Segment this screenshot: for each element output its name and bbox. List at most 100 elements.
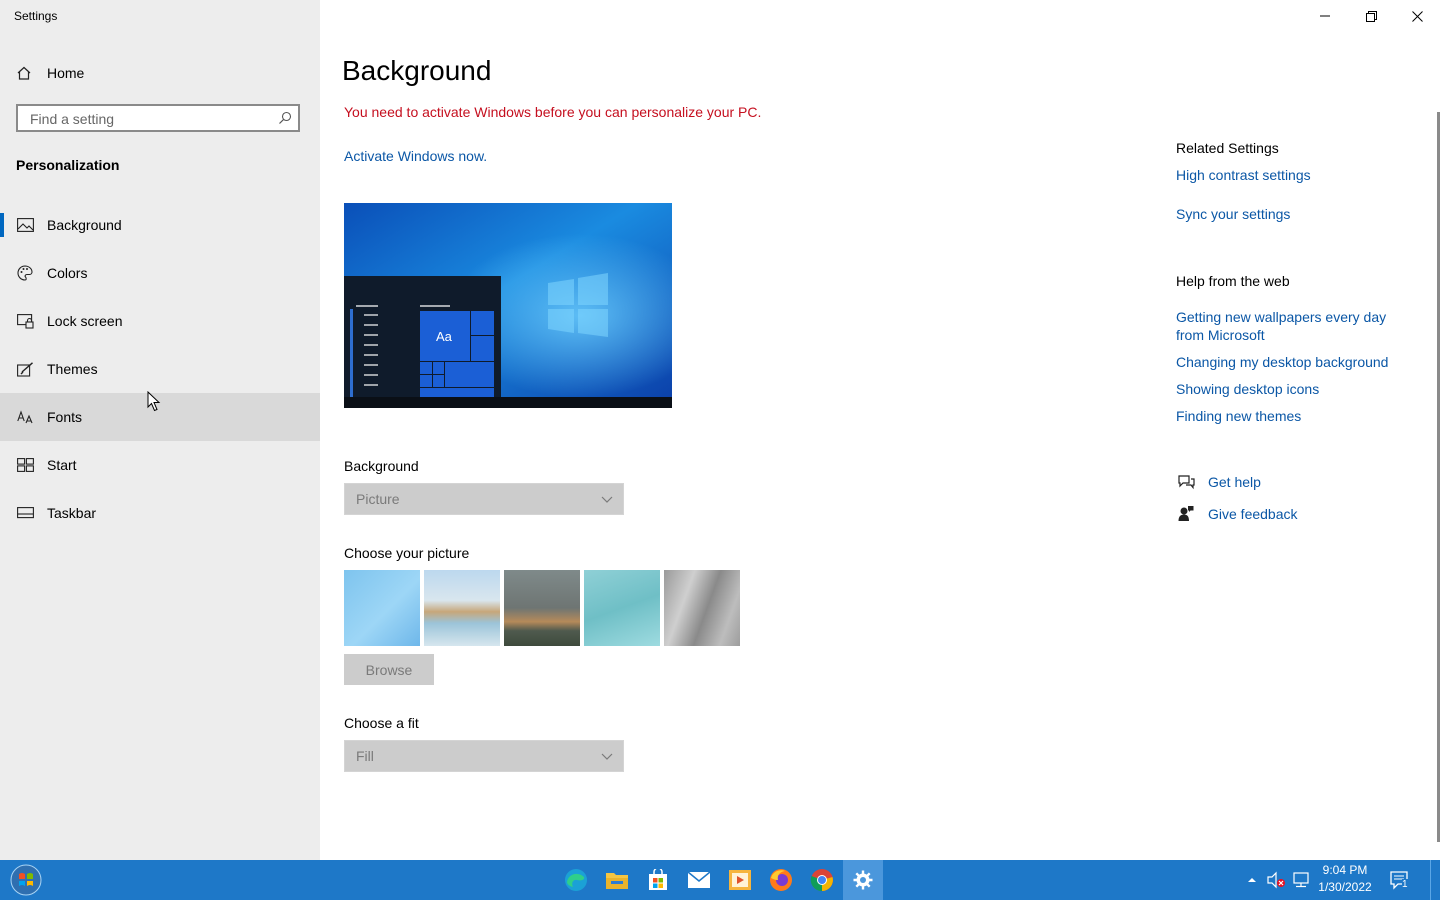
notification-count: 1 bbox=[1402, 879, 1408, 890]
fit-dropdown-value: Fill bbox=[356, 748, 374, 764]
file-explorer-icon bbox=[606, 873, 628, 889]
nav-background[interactable]: Background bbox=[0, 201, 320, 249]
help-from-web-title: Help from the web bbox=[1176, 273, 1290, 289]
settings-icon bbox=[853, 870, 873, 890]
windows-logo-icon bbox=[548, 273, 608, 337]
edge-icon bbox=[565, 869, 587, 891]
feedback-icon bbox=[1176, 505, 1196, 522]
nav-fonts-label: Fonts bbox=[47, 409, 83, 425]
help-link-desktop-icons[interactable]: Showing desktop icons bbox=[1176, 380, 1406, 398]
choose-picture-label: Choose your picture bbox=[344, 545, 470, 561]
picture-thumbnail[interactable] bbox=[504, 570, 580, 646]
minimize-icon bbox=[1320, 15, 1330, 17]
chrome-icon bbox=[810, 869, 833, 892]
action-center-button[interactable]: 1 bbox=[1386, 860, 1414, 900]
page-title: Background bbox=[342, 55, 492, 86]
picture-thumbnail[interactable] bbox=[584, 570, 660, 646]
taskbar-chrome[interactable] bbox=[802, 860, 842, 900]
fit-dropdown[interactable]: Fill bbox=[344, 740, 624, 772]
help-link-desktop-background[interactable]: Changing my desktop background bbox=[1176, 353, 1406, 371]
picture-thumbnail[interactable] bbox=[664, 570, 740, 646]
fit-label: Choose a fit bbox=[344, 715, 419, 731]
start-orb-icon bbox=[10, 864, 42, 896]
taskbar-icon bbox=[16, 504, 34, 522]
volume-tray[interactable] bbox=[1264, 860, 1288, 900]
restore-icon bbox=[1365, 10, 1377, 22]
related-settings-title: Related Settings bbox=[1176, 140, 1279, 156]
restore-button[interactable] bbox=[1348, 0, 1394, 32]
tray-clock[interactable]: 9:04 PM 1/30/2022 bbox=[1305, 862, 1385, 896]
help-link-new-themes[interactable]: Finding new themes bbox=[1176, 407, 1406, 425]
search-box[interactable] bbox=[16, 104, 300, 132]
sync-settings-link[interactable]: Sync your settings bbox=[1176, 205, 1406, 223]
background-dropdown[interactable]: Picture bbox=[344, 483, 624, 515]
desktop-preview: Aa bbox=[344, 203, 672, 408]
home-icon bbox=[17, 66, 31, 80]
media-player-icon bbox=[729, 870, 751, 890]
volume-muted-icon bbox=[1267, 871, 1285, 889]
activate-windows-link[interactable]: Activate Windows now. bbox=[344, 148, 487, 164]
mouse-pointer-icon bbox=[147, 391, 161, 412]
brush-icon bbox=[16, 360, 34, 378]
home-label: Home bbox=[47, 65, 85, 81]
clock-date: 1/30/2022 bbox=[1318, 880, 1372, 894]
firefox-icon bbox=[770, 869, 792, 891]
taskbar-mail[interactable] bbox=[679, 860, 719, 900]
get-help-link[interactable]: Get help bbox=[1208, 474, 1261, 490]
taskbar-settings[interactable] bbox=[843, 860, 883, 900]
search-input[interactable] bbox=[28, 110, 272, 128]
taskbar-file-explorer[interactable] bbox=[597, 860, 637, 900]
nav-lock-screen-label: Lock screen bbox=[47, 313, 123, 329]
section-title: Personalization bbox=[16, 157, 120, 173]
font-icon bbox=[16, 408, 34, 426]
picture-thumbnail[interactable] bbox=[424, 570, 500, 646]
close-button[interactable] bbox=[1394, 0, 1440, 32]
picture-thumbnails bbox=[344, 570, 740, 646]
taskbar-media-player[interactable] bbox=[720, 860, 760, 900]
preview-tile-text: Aa bbox=[436, 329, 452, 344]
nav-themes[interactable]: Themes bbox=[0, 345, 320, 393]
preview-image bbox=[344, 203, 672, 408]
nav-themes-label: Themes bbox=[47, 361, 98, 377]
show-desktop-button[interactable] bbox=[1430, 860, 1440, 900]
chevron-down-icon bbox=[601, 496, 613, 503]
taskbar-store[interactable] bbox=[638, 860, 678, 900]
main-content: Background You need to activate Windows … bbox=[320, 0, 1440, 860]
activation-warning: You need to activate Windows before you … bbox=[344, 104, 762, 120]
palette-icon bbox=[16, 264, 34, 282]
browse-button[interactable]: Browse bbox=[344, 654, 434, 685]
picture-thumbnail[interactable] bbox=[344, 570, 420, 646]
nav-start[interactable]: Start bbox=[0, 441, 320, 489]
get-help-row[interactable]: Get help bbox=[1176, 474, 1261, 490]
background-dropdown-value: Picture bbox=[356, 491, 400, 507]
minimize-button[interactable] bbox=[1302, 0, 1348, 32]
give-feedback-link[interactable]: Give feedback bbox=[1208, 506, 1298, 522]
mail-icon bbox=[687, 871, 711, 888]
nav-colors[interactable]: Colors bbox=[0, 249, 320, 297]
app-title: Settings bbox=[14, 9, 58, 23]
clock-time: 9:04 PM bbox=[1322, 863, 1368, 877]
nav-taskbar[interactable]: Taskbar bbox=[0, 489, 320, 537]
taskbar-firefox[interactable] bbox=[761, 860, 801, 900]
home-link[interactable]: Home bbox=[16, 62, 84, 84]
taskbar: 9:04 PM 1/30/2022 1 bbox=[0, 860, 1440, 900]
give-feedback-row[interactable]: Give feedback bbox=[1176, 505, 1298, 522]
taskbar-edge[interactable] bbox=[556, 860, 596, 900]
nav-start-label: Start bbox=[47, 457, 77, 473]
search-icon[interactable] bbox=[278, 111, 292, 125]
chevron-down-icon bbox=[601, 753, 613, 760]
help-link-wallpapers[interactable]: Getting new wallpapers every day from Mi… bbox=[1176, 308, 1406, 344]
start-button[interactable] bbox=[8, 863, 44, 897]
lock-screen-icon bbox=[16, 312, 34, 330]
get-help-icon bbox=[1176, 474, 1196, 490]
nav-background-label: Background bbox=[47, 217, 122, 233]
start-grid-icon bbox=[16, 456, 34, 474]
background-label: Background bbox=[344, 458, 419, 474]
picture-icon bbox=[16, 216, 34, 234]
chevron-up-icon bbox=[1248, 878, 1256, 882]
store-icon bbox=[649, 869, 667, 890]
nav-lock-screen[interactable]: Lock screen bbox=[0, 297, 320, 345]
high-contrast-link[interactable]: High contrast settings bbox=[1176, 166, 1406, 184]
show-hidden-icons[interactable] bbox=[1242, 860, 1262, 900]
nav-taskbar-label: Taskbar bbox=[47, 505, 97, 521]
